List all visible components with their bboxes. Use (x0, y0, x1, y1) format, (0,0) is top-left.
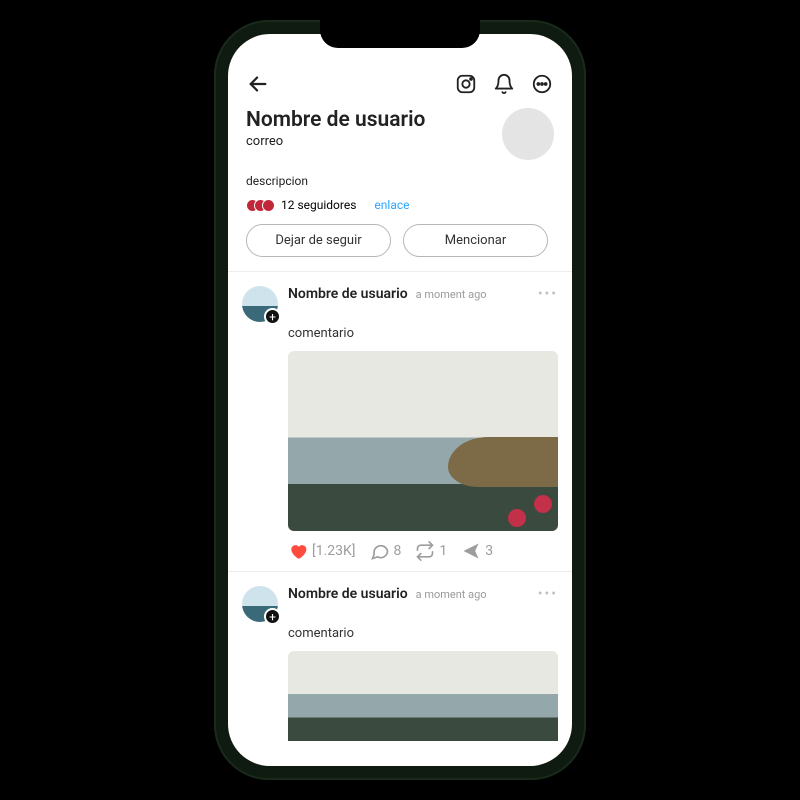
post-avatar[interactable]: + (242, 286, 278, 322)
send-button[interactable]: 3 (461, 541, 493, 561)
phone-notch (320, 20, 480, 48)
post-avatar[interactable]: + (242, 586, 278, 622)
bell-icon (493, 73, 515, 95)
like-button[interactable]: [1.23K] (288, 541, 356, 561)
send-icon (461, 541, 481, 561)
post: + Nombre de usuario a moment ago ••• com… (228, 572, 572, 741)
add-user-icon[interactable]: + (264, 608, 281, 625)
post-timestamp: a moment ago (416, 288, 487, 301)
repost-button[interactable]: 1 (415, 541, 447, 561)
back-button[interactable] (246, 72, 270, 96)
post-more-button[interactable]: ••• (538, 286, 558, 302)
add-user-icon[interactable]: + (264, 308, 281, 325)
more-horizontal-icon (531, 73, 553, 95)
post-more-button[interactable]: ••• (538, 586, 558, 602)
repost-count: 1 (439, 543, 447, 559)
post-text: comentario (288, 326, 558, 341)
profile-username: Nombre de usuario (246, 108, 425, 132)
profile-link[interactable]: enlace (374, 198, 409, 212)
feed: + Nombre de usuario a moment ago ••• com… (228, 271, 572, 741)
post-username[interactable]: Nombre de usuario (288, 286, 408, 302)
post-text: comentario (288, 626, 558, 641)
chat-icon (370, 541, 390, 561)
instagram-button[interactable] (454, 72, 478, 96)
post-username[interactable]: Nombre de usuario (288, 586, 408, 602)
post: + Nombre de usuario a moment ago ••• com… (228, 272, 572, 572)
post-image[interactable] (288, 651, 558, 741)
comment-count: 8 (394, 543, 402, 559)
like-count: [1.23K] (312, 543, 356, 559)
followers-count: 12 seguidores (281, 198, 356, 212)
more-button[interactable] (530, 72, 554, 96)
post-actions: [1.23K] 8 1 3 (288, 541, 558, 561)
arrow-left-icon (247, 73, 269, 95)
post-image[interactable] (288, 351, 558, 531)
profile-avatar[interactable] (502, 108, 554, 160)
follower-avatars-icon (246, 199, 275, 212)
profile-header: Nombre de usuario correo descripcion 12 … (228, 106, 572, 271)
mention-button[interactable]: Mencionar (403, 224, 548, 257)
instagram-icon (455, 73, 477, 95)
followers-row[interactable]: 12 seguidores enlace (246, 198, 554, 212)
profile-email: correo (246, 134, 425, 149)
notifications-button[interactable] (492, 72, 516, 96)
app-screen: Nombre de usuario correo descripcion 12 … (228, 34, 572, 766)
repost-icon (415, 541, 435, 561)
post-timestamp: a moment ago (416, 588, 487, 601)
phone-frame: Nombre de usuario correo descripcion 12 … (214, 20, 586, 780)
unfollow-button[interactable]: Dejar de seguir (246, 224, 391, 257)
heart-icon (288, 541, 308, 561)
comment-button[interactable]: 8 (370, 541, 402, 561)
profile-description: descripcion (246, 174, 554, 188)
send-count: 3 (485, 543, 493, 559)
